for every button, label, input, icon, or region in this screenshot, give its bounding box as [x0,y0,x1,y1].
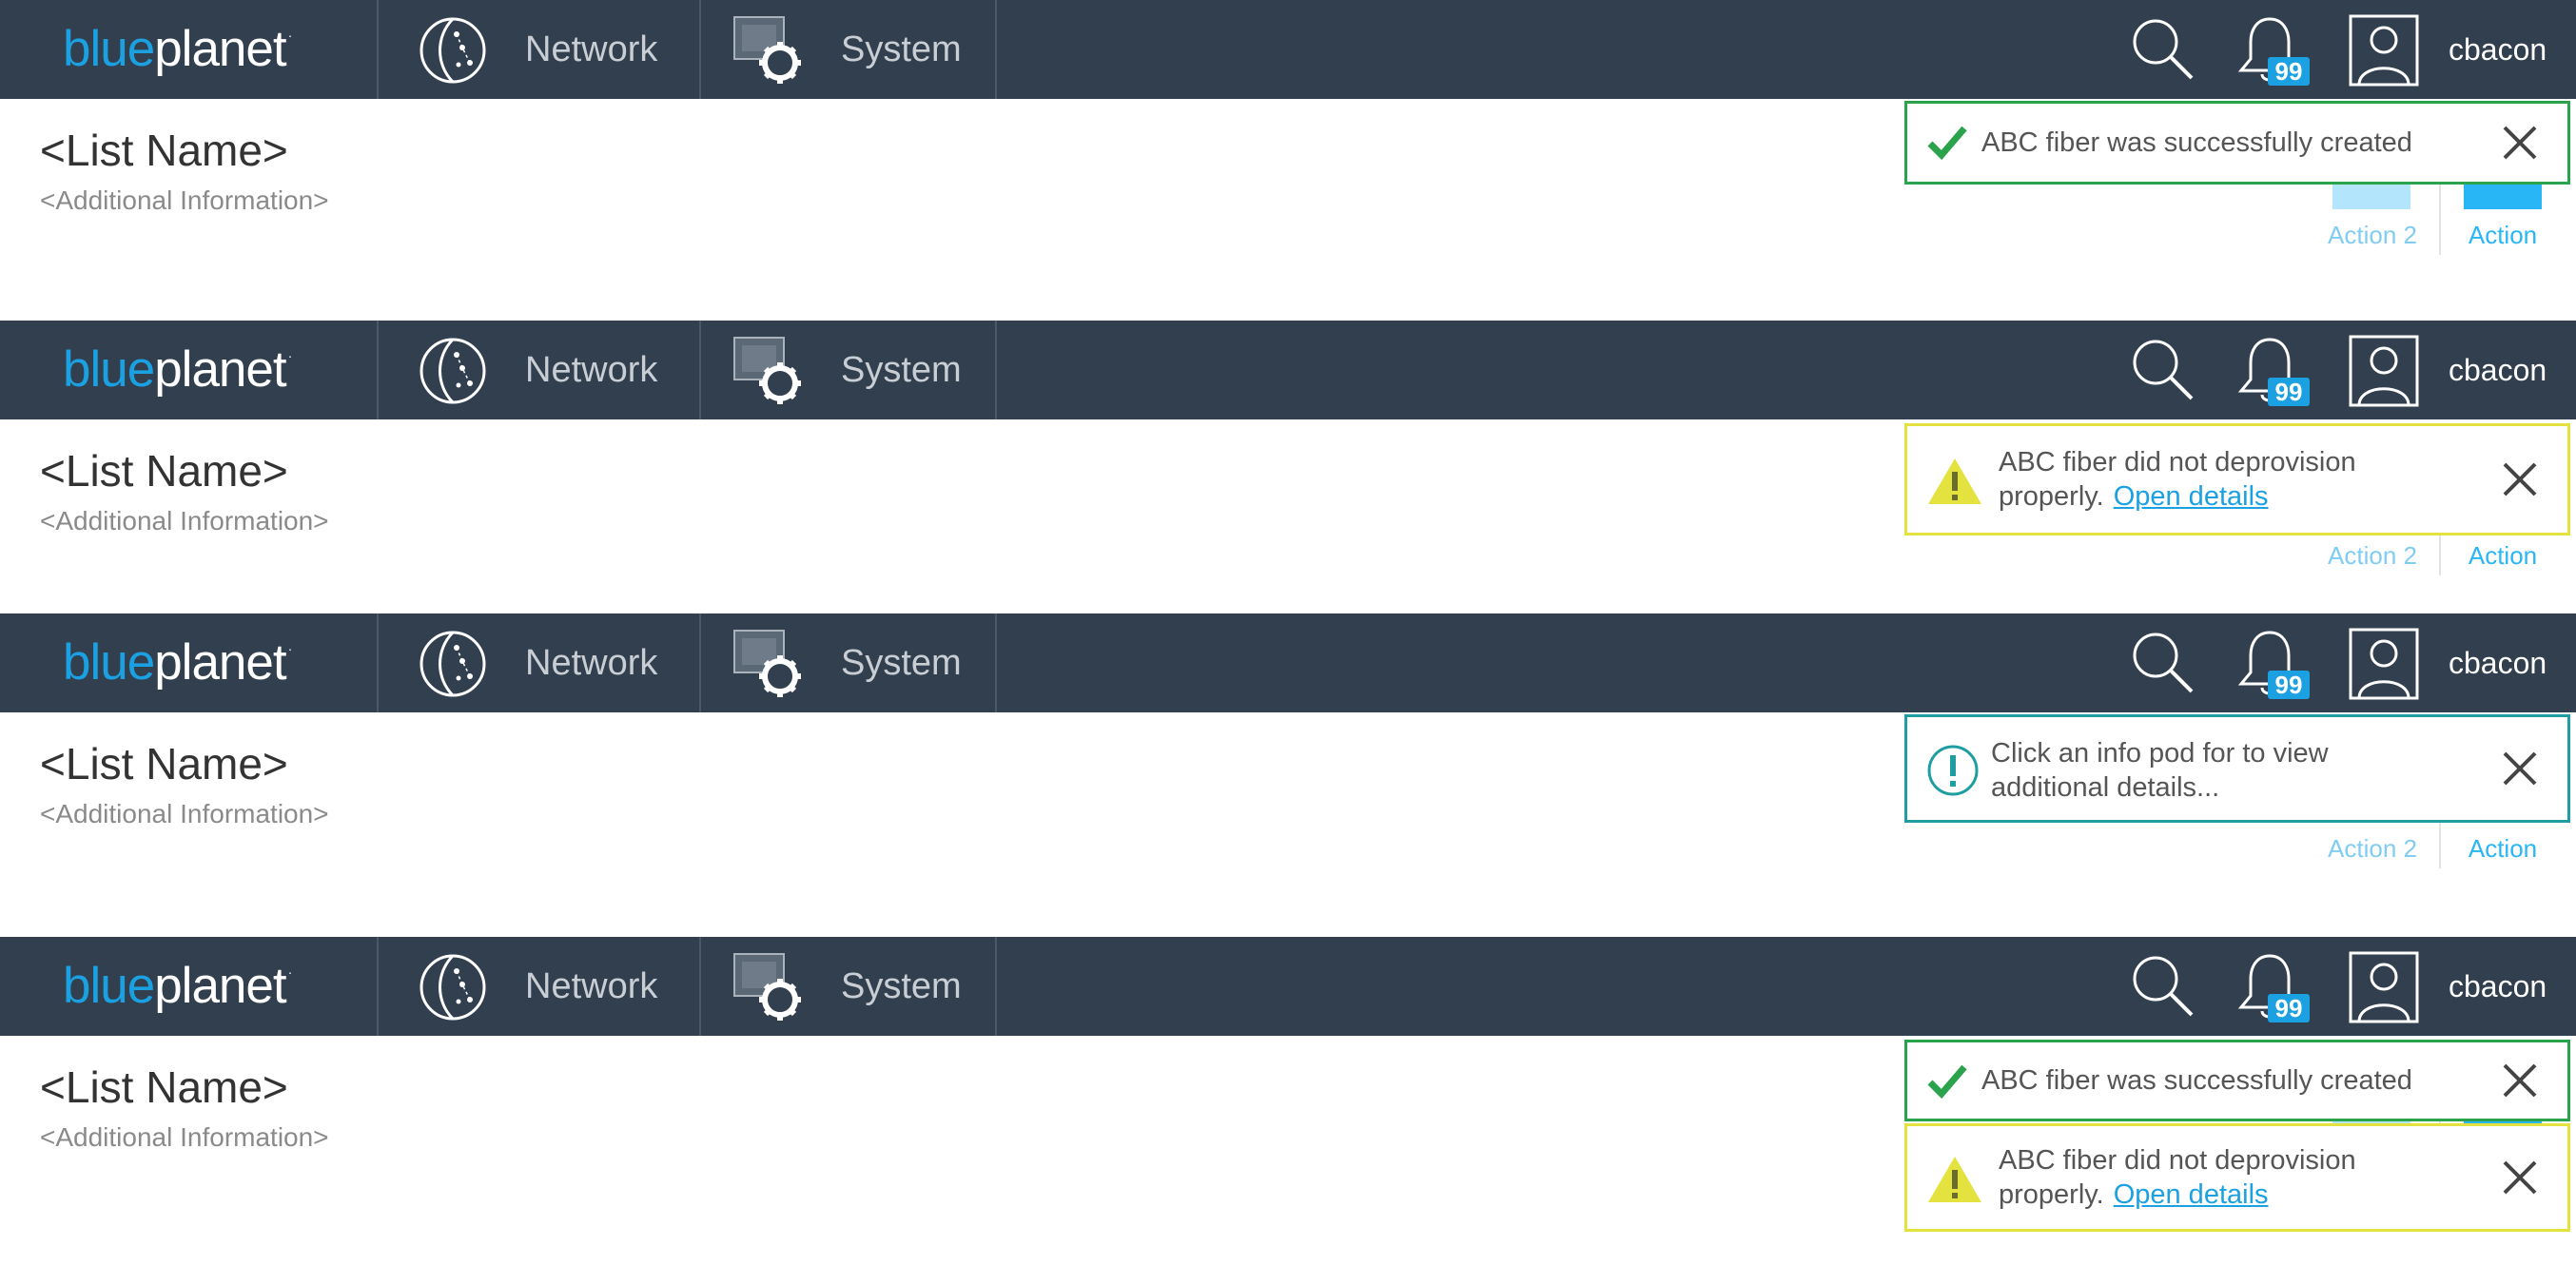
close-icon[interactable] [2499,1060,2541,1101]
warning-toast: ABC fiber did not deprovision properly. O… [1904,1123,2570,1232]
close-icon[interactable] [2499,458,2541,500]
network-globe-icon[interactable] [415,627,491,701]
action-2-label[interactable]: Action 2 [2313,219,2431,251]
additional-info-text: <Additional Information> [40,185,329,215]
nav-divider [377,321,379,419]
network-globe-icon[interactable] [415,950,491,1024]
notification-count-badge: 99 [2268,671,2310,699]
nav-system-label[interactable]: System [841,965,962,1007]
action-2-label[interactable]: Action 2 [2313,539,2431,572]
warning-toast: ABC fiber did not deprovision properly. O… [1904,423,2570,535]
search-icon[interactable] [2127,334,2199,408]
checkmark-icon [1926,1061,1968,1100]
network-globe-icon[interactable] [415,13,491,88]
user-avatar-icon[interactable] [2348,627,2420,701]
nav-system-label[interactable]: System [841,29,962,70]
blueplanet-logo[interactable]: blueplanet · [63,21,292,78]
close-icon[interactable] [2499,748,2541,789]
system-gear-icon[interactable] [731,627,807,701]
nav-network-label[interactable]: Network [525,349,657,391]
nav-divider [377,937,379,1036]
nav-system-label[interactable]: System [841,349,962,391]
additional-info-text: <Additional Information> [40,506,329,535]
screen-variant-info: blueplanet · Network System 99 cbacon <Li… [0,613,2576,868]
nav-system-label[interactable]: System [841,642,962,684]
success-toast: ABC fiber was successfully created [1904,101,2570,185]
checkmark-icon [1926,123,1968,161]
system-gear-icon[interactable] [731,950,807,1024]
username-label[interactable]: cbacon [2449,642,2547,684]
list-name-title: <List Name> [40,126,288,175]
system-gear-icon[interactable] [731,334,807,408]
top-navigation-bar: blueplanet · Network System 99 cbacon [0,613,2576,712]
notification-count-badge: 99 [2268,378,2310,406]
nav-divider [377,613,379,712]
username-label[interactable]: cbacon [2449,965,2547,1007]
username-label[interactable]: cbacon [2449,349,2547,391]
search-icon[interactable] [2127,950,2199,1024]
nav-divider [995,613,997,712]
additional-info-text: <Additional Information> [40,1122,329,1152]
action-label[interactable]: Action [2452,539,2553,572]
nav-divider [699,937,701,1036]
network-globe-icon[interactable] [415,334,491,408]
list-name-title: <List Name> [40,739,288,789]
top-navigation-bar: blueplanet · Network System 99 cbacon [0,937,2576,1036]
close-icon[interactable] [2499,1157,2541,1198]
screen-variant-warning: blueplanet · Network System 99 cbacon <Li… [0,321,2576,575]
additional-info-text: <Additional Information> [40,799,329,828]
top-navigation-bar: blueplanet · Network System 99 cbacon [0,321,2576,419]
notification-count-badge: 99 [2268,994,2310,1022]
toast-message: ABC fiber did not deprovision properly. O… [1999,1145,2356,1210]
user-avatar-icon[interactable] [2348,334,2420,408]
user-avatar-icon[interactable] [2348,950,2420,1024]
screen-variant-stacked: blueplanet · Network System 99 cbacon <Li… [0,937,2576,1232]
warning-triangle-icon [1926,457,1983,506]
info-circle-icon [1926,744,1980,797]
notification-count-badge: 99 [2268,57,2310,86]
nav-divider [995,0,997,99]
warning-triangle-icon [1926,1155,1983,1204]
nav-network-label[interactable]: Network [525,29,657,70]
success-toast: ABC fiber was successfully created [1904,1040,2570,1121]
top-navigation-bar: blueplanet · Network System 99 cbacon [0,0,2576,99]
blueplanet-logo[interactable]: blueplanet · [63,341,292,399]
blueplanet-logo[interactable]: blueplanet · [63,634,292,691]
open-details-link[interactable]: Open details [2114,481,2269,512]
open-details-link[interactable]: Open details [2114,1179,2269,1210]
user-avatar-icon[interactable] [2348,13,2420,88]
blueplanet-logo[interactable]: blueplanet · [63,958,292,1015]
action-2-label[interactable]: Action 2 [2313,832,2431,865]
info-toast: Click an info pod for to view additional… [1904,714,2570,823]
action-label[interactable]: Action [2452,219,2553,251]
nav-network-label[interactable]: Network [525,642,657,684]
toast-message: ABC fiber did not deprovision properly. O… [1999,447,2356,512]
toast-message: Click an info pod for to view additional… [1991,738,2329,803]
toast-message: ABC fiber was successfully created [1981,1065,2412,1096]
search-icon[interactable] [2127,13,2199,88]
search-icon[interactable] [2127,627,2199,701]
nav-divider [699,321,701,419]
system-gear-icon[interactable] [731,13,807,88]
nav-divider [995,321,997,419]
nav-divider [699,0,701,99]
nav-divider [699,613,701,712]
action-label[interactable]: Action [2452,832,2553,865]
nav-divider [377,0,379,99]
toast-message: ABC fiber was successfully created [1981,127,2412,158]
screen-variant-success: blueplanet · Network System 99 cbacon <Li… [0,0,2576,255]
nav-network-label[interactable]: Network [525,965,657,1007]
list-name-title: <List Name> [40,446,288,496]
username-label[interactable]: cbacon [2449,29,2547,70]
list-name-title: <List Name> [40,1062,288,1112]
close-icon[interactable] [2499,122,2541,164]
nav-divider [995,937,997,1036]
